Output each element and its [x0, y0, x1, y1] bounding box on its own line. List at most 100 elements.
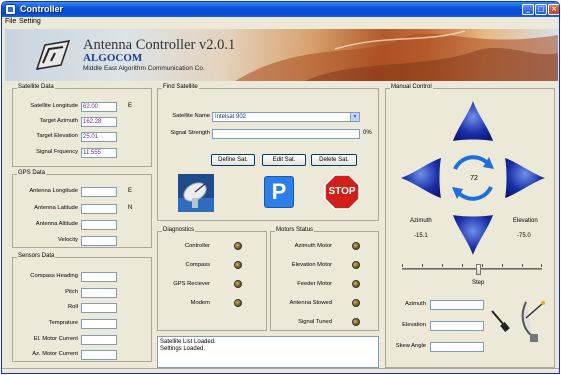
- step-slider-tick: [442, 264, 443, 267]
- pitch-label: Pitch: [65, 289, 78, 295]
- arrow-down-icon[interactable]: [453, 215, 493, 255]
- satellite-longitude-unit: E: [128, 103, 133, 109]
- target-azimuth-field[interactable]: 162.28: [81, 117, 117, 127]
- antenna-altitude-label: Antenna Altitude: [35, 221, 78, 227]
- park-button[interactable]: P: [264, 176, 294, 208]
- skew-angle-field[interactable]: [430, 342, 484, 352]
- signal-strength-percent: 0%: [363, 130, 372, 136]
- diag-compass-led: [234, 261, 242, 269]
- step-slider-tick: [502, 264, 503, 267]
- antenna-longitude-field[interactable]: [81, 187, 117, 197]
- minimize-button[interactable]: _: [522, 4, 534, 15]
- window-title: Controller: [20, 4, 64, 14]
- company-name: ALGOCOM: [83, 52, 143, 64]
- satellite-longitude-label: Satellite Longitude: [30, 103, 78, 109]
- header-banner: Antenna Controller v2.0.1 ALGOCOM Middle…: [5, 29, 558, 81]
- satellite-longitude-field[interactable]: 62.00: [81, 102, 117, 112]
- diag-controller-label: Controller: [184, 243, 210, 249]
- antenna-dish-icon[interactable]: [516, 296, 550, 346]
- arrow-right-icon[interactable]: [505, 158, 545, 198]
- manual-center-value: 72: [470, 175, 478, 182]
- satellite-data-label: Satellite Data: [17, 84, 55, 90]
- signal-tuned-label: Signal Tuned: [298, 319, 332, 325]
- app-window: Controller _ □ × File Setting Antenna Co…: [1, 1, 560, 374]
- motors-status-label: Motors Status: [275, 227, 315, 233]
- diag-compass-label: Compass: [185, 262, 210, 268]
- diag-gps-led: [234, 280, 242, 288]
- antenna-latitude-field[interactable]: [81, 204, 117, 214]
- elevation-motor-led: [352, 261, 360, 269]
- diag-modem-led: [234, 299, 242, 307]
- define-sat-button[interactable]: Define Sat.: [211, 154, 255, 166]
- signal-strength-label: Signal Strength: [170, 130, 210, 136]
- step-slider-tick: [462, 264, 463, 267]
- step-label: Step: [472, 280, 485, 286]
- park-icon: P: [271, 179, 287, 204]
- antenna-longitude-unit: E: [128, 188, 133, 194]
- step-slider[interactable]: [402, 264, 542, 276]
- status-bar: [2, 368, 559, 373]
- antenna-feed-icon[interactable]: [490, 305, 510, 335]
- manual-elevation-value: -75.0: [517, 233, 531, 239]
- menu-bar: File Setting: [2, 17, 559, 28]
- close-button[interactable]: ×: [548, 4, 559, 15]
- step-slider-tick: [422, 264, 423, 267]
- roll-label: Roll: [68, 304, 78, 310]
- minimize-icon: _: [526, 5, 530, 13]
- satellite-name-select[interactable]: Intelsat 902 ▼: [212, 112, 360, 122]
- target-elevation-field[interactable]: 25.01: [81, 132, 117, 142]
- antenna-longitude-label: Antenna Longitude: [29, 188, 78, 194]
- step-slider-track: [402, 268, 542, 270]
- title-bar[interactable]: Controller _ □ ×: [2, 2, 559, 17]
- antenna-latitude-label: Antenna Latitude: [34, 205, 78, 211]
- velocity-label: Velocity: [58, 237, 78, 243]
- azimuth-motor-label: Azimuth Motor: [294, 243, 332, 249]
- feeder-motor-label: Feeder Motor: [297, 281, 332, 287]
- temperature-field[interactable]: [81, 319, 117, 329]
- step-slider-tick: [482, 264, 483, 267]
- manual-control-label: Manual Control: [390, 84, 433, 90]
- signal-frequency-field[interactable]: 11.555: [81, 148, 117, 158]
- find-satellite-label: Find Satellite: [162, 84, 199, 90]
- antenna-altitude-field[interactable]: [81, 220, 117, 230]
- menu-setting[interactable]: Setting: [19, 18, 41, 25]
- antenna-stowed-led: [352, 299, 360, 307]
- step-slider-thumb[interactable]: [476, 264, 481, 275]
- target-azimuth-label: Target Azimuth: [39, 118, 78, 124]
- antenna-latitude-unit: N: [128, 205, 133, 211]
- signal-strength-bar: [212, 129, 360, 139]
- delete-sat-button[interactable]: Delete Sat.: [311, 154, 357, 166]
- satellite-dish-icon[interactable]: [178, 174, 214, 212]
- roll-field[interactable]: [81, 303, 117, 313]
- signal-frequency-label: Signal Frquency: [36, 149, 78, 155]
- el-motor-current-label: El. Motor Current: [33, 336, 78, 342]
- maximize-button[interactable]: □: [535, 4, 547, 15]
- skew-angle-field-label: Skew Angle: [395, 343, 426, 349]
- diag-controller-led: [234, 242, 242, 250]
- edit-sat-button[interactable]: Edit Sat.: [262, 154, 306, 166]
- az-motor-current-field[interactable]: [81, 350, 117, 360]
- step-slider-tick: [402, 264, 403, 267]
- compass-heading-field[interactable]: [81, 272, 117, 282]
- arrow-left-icon[interactable]: [401, 158, 441, 198]
- pitch-field[interactable]: [81, 288, 117, 298]
- status-log[interactable]: Satellite List Loaded. Settings Loaded.: [157, 336, 379, 368]
- temperature-label: Temprature: [48, 320, 78, 326]
- menu-file[interactable]: File: [5, 18, 16, 25]
- arrow-up-icon[interactable]: [453, 101, 493, 141]
- log-line: Satellite List Loaded.: [160, 339, 216, 345]
- target-elevation-label: Target Elevation: [36, 133, 78, 139]
- algocom-logo-icon: [35, 40, 71, 70]
- el-motor-current-field[interactable]: [81, 335, 117, 345]
- gps-data-label: GPS Data: [17, 170, 47, 176]
- velocity-field[interactable]: [81, 236, 117, 246]
- antenna-stowed-label: Antenna Stowed: [289, 300, 332, 306]
- chevron-down-icon[interactable]: ▼: [350, 113, 359, 121]
- az-motor-current-label: Az. Motor Current: [32, 351, 78, 357]
- manual-azimuth-field-label: Azimuth: [405, 301, 426, 307]
- stop-button[interactable]: STOP: [324, 174, 360, 210]
- manual-azimuth-field[interactable]: [430, 300, 484, 310]
- manual-elevation-field[interactable]: [430, 321, 484, 331]
- company-subtitle: Middle East Algorithm Communication Co.: [83, 65, 205, 72]
- close-icon: ×: [551, 5, 557, 13]
